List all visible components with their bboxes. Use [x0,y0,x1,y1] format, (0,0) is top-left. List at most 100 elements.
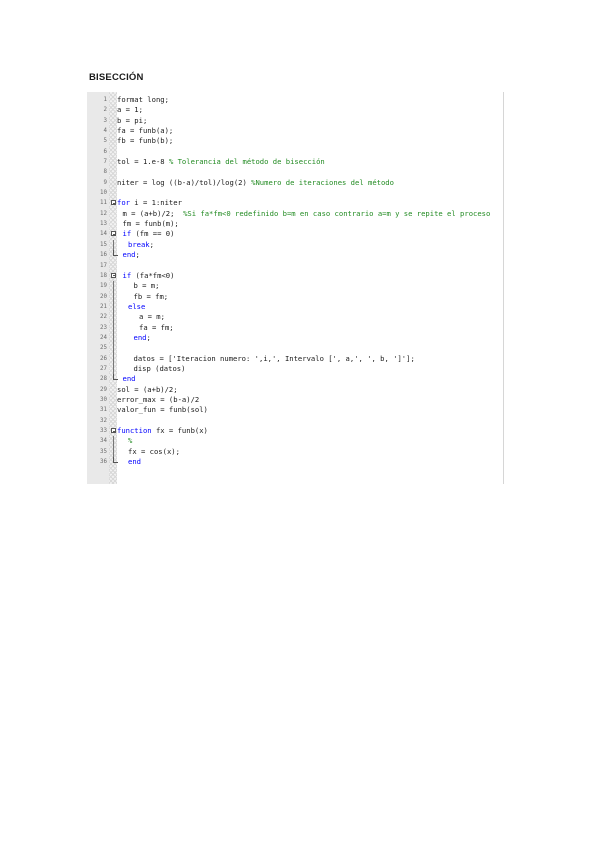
fold-end-marker [113,457,118,464]
code-text: % [128,436,132,446]
code-line[interactable]: 16 end; [87,250,547,260]
code-line[interactable]: 24 end; [87,332,547,344]
code-line[interactable]: 6 [87,147,547,157]
code-token: fm = funb(m); [122,219,179,229]
fold-guide-line [113,363,114,375]
code-line[interactable]: 25 [87,343,547,354]
code-token: fb = fm; [133,291,169,301]
code-token: fa = funb(a); [117,126,174,136]
code-text: m = (a+b)/2; %Si fa*fm<0 redefinido b=m … [123,209,491,219]
code-line[interactable]: 3 b = pi; [87,116,547,126]
code-token: fx = cos(x); [128,446,180,456]
code-token: fx = funb(x) [151,426,208,435]
code-line[interactable]: 4 fa = funb(a); [87,126,547,136]
fold-guide-line [113,291,114,302]
fold-guide-line [113,322,114,333]
code-token: format long; [117,95,169,104]
code-text: if (fa*fm<0) [123,271,175,281]
code-line[interactable]: 33 function fx = funb(x) [87,426,547,436]
line-number: 21 [100,303,107,310]
fold-guide-line [113,301,114,313]
code-text: for i = 1:niter [117,198,182,208]
code-token: fb = funb(b); [117,136,174,146]
fold-collapse-icon[interactable] [111,272,116,278]
line-number: 7 [103,159,108,166]
code-line[interactable]: 11 for i = 1:niter [87,198,547,208]
line-number: 34 [100,438,107,445]
code-line[interactable]: 1 format long; [87,95,547,105]
code-text: fm = funb(m); [123,219,179,229]
code-line[interactable]: 7 tol = 1.e-8 % Tolerancia del método de … [87,157,547,167]
line-number: 22 [100,314,107,321]
fold-guide-line [113,281,114,292]
code-line[interactable]: 14 if (fm == 0) [87,229,547,239]
code-line[interactable]: 27 disp (datos) [87,363,547,375]
code-line[interactable]: 23 fa = fm; [87,322,547,333]
code-text: end [128,457,141,467]
line-number: 11 [100,200,107,207]
code-line[interactable]: 21 else [87,301,547,313]
line-number: 30 [100,396,107,403]
code-line[interactable]: 30 error_max = (b-a)/2 [87,395,547,405]
fold-guide-line [113,446,114,458]
code-text: fb = funb(b); [117,136,173,146]
code-token: %Si fa*fm<0 redefinido b=m en caso contr… [183,208,491,218]
code-line[interactable]: 13 fm = funb(m); [87,219,547,229]
line-number: 33 [100,428,107,434]
code-token: b = pi; [117,115,148,125]
code-line[interactable]: 35 fx = cos(x); [87,446,547,458]
code-line[interactable]: 8 [87,167,547,177]
fold-collapse-icon[interactable] [111,428,116,433]
code-token: end [122,374,136,384]
code-line[interactable]: 19 b = m; [87,281,547,292]
fold-collapse-icon[interactable] [111,231,116,237]
code-text: b = pi; [117,116,147,126]
code-line[interactable]: 10 [87,188,547,198]
line-number: 35 [100,448,107,455]
line-number: 29 [100,386,107,393]
code-line[interactable]: 2 a = 1; [87,105,547,115]
fold-collapse-icon[interactable] [111,200,116,206]
code-token: sol = (a+b)/2; [117,384,178,394]
code-token: if [122,229,132,239]
code-text: error_max = (b-a)/2 [117,395,199,405]
code-line[interactable]: 12 m = (a+b)/2; %Si fa*fm<0 redefinido b=… [87,209,547,219]
code-token: datos = ['Iteracion numero: ',i,', Inter… [133,353,415,363]
code-editor[interactable]: 1 format long; 2 a = 1; 3 b = pi; 4 fa = funb(a… [87,92,504,484]
code-token: end [122,250,136,260]
code-line[interactable]: 34% [87,436,547,447]
code-line[interactable]: 28 end [87,374,547,384]
code-text: niter = log ((b-a)/tol)/log(2) %Numero d… [117,178,394,188]
line-number: 14 [100,231,107,238]
code-token: for [117,198,130,208]
code-line[interactable]: 18 if (fa*fm<0) [87,271,547,281]
code-line[interactable]: 17 [87,261,547,271]
line-number: 36 [100,459,107,466]
line-number: 32 [100,417,107,424]
code-token: tol = 1.e-8 [117,157,169,167]
line-number: 12 [100,210,107,217]
code-line[interactable]: 9 niter = log ((b-a)/tol)/log(2) %Numero … [87,178,547,188]
code-line[interactable]: 26 datos = ['Iteracion numero: ',i,', Int… [87,353,547,364]
code-text: format long; [117,95,169,105]
line-number: 24 [100,334,107,341]
line-number: 3 [103,117,108,124]
code-line[interactable]: 32 [87,416,547,426]
code-line[interactable]: 5 fb = funb(b); [87,136,547,146]
line-number: 4 [103,128,108,135]
code-token: ; [146,332,151,342]
code-token: a = m; [139,312,165,322]
code-line[interactable]: 36 end [87,457,547,467]
code-line[interactable]: 22 a = m; [87,312,547,323]
code-line[interactable]: 29 sol = (a+b)/2; [87,385,547,395]
code-line[interactable]: 31 valor_fun = funb(sol) [87,405,547,415]
code-text: fb = fm; [134,292,169,302]
fold-guide-line [113,332,114,344]
code-text: function fx = funb(x) [117,426,208,436]
code-text: end [123,374,136,384]
code-line[interactable]: 15 break; [87,239,547,251]
code-text: a = m; [139,312,165,322]
code-token: disp (datos) [133,363,186,373]
code-token: error_max = (b-a)/2 [117,394,200,404]
code-line[interactable]: 20 fb = fm; [87,291,547,302]
